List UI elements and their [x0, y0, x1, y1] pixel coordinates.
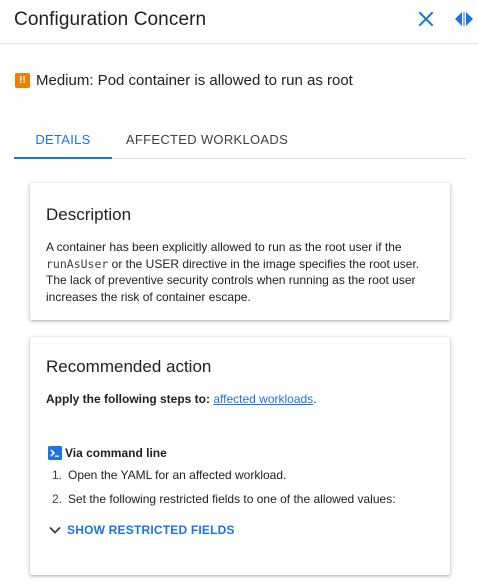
description-text: A container has been explicitly allowed …	[46, 239, 442, 305]
description-text-start: A container has been explicitly allowed …	[46, 240, 402, 254]
severity-text: Medium: Pod container is allowed to run …	[36, 71, 353, 89]
affected-workloads-link[interactable]: affected workloads	[213, 392, 313, 406]
warning-icon: !!	[15, 72, 30, 88]
tab-details[interactable]: DETAILS	[14, 121, 112, 159]
close-button[interactable]	[415, 9, 437, 31]
apply-steps-prefix: Apply the following steps to:	[46, 392, 210, 406]
run-as-user-code: runAsUser	[46, 256, 109, 271]
concern-panel: Configuration Concern !! Medium: Pod con…	[0, 0, 478, 584]
resize-panel-button[interactable]	[453, 9, 475, 31]
chevron-down-icon	[49, 526, 61, 534]
terminal-icon	[48, 446, 62, 460]
panel-header: Configuration Concern	[0, 0, 478, 44]
show-restricted-fields-label: SHOW RESTRICTED FIELDS	[67, 523, 235, 537]
apply-steps-line: Apply the following steps to: affected w…	[46, 392, 317, 406]
tab-bar: DETAILS AFFECTED WORKLOADS	[14, 121, 466, 159]
step-text: Set the following restricted fields to o…	[68, 492, 396, 506]
show-restricted-fields-button[interactable]: SHOW RESTRICTED FIELDS	[48, 522, 235, 538]
tab-affected-workloads[interactable]: AFFECTED WORKLOADS	[124, 121, 290, 159]
recommended-action-card: Recommended action Apply the following s…	[30, 337, 450, 575]
step-number: 2.	[52, 492, 63, 506]
description-card: Description A container has been explici…	[30, 183, 450, 320]
severity-line: !! Medium: Pod container is allowed to r…	[15, 71, 353, 89]
apply-steps-suffix: .	[313, 392, 317, 406]
step-number: 1.	[52, 468, 63, 482]
step-text: Open the YAML for an affected workload.	[68, 468, 287, 482]
command-line-heading: Via command line	[48, 445, 167, 461]
description-title: Description	[46, 205, 132, 224]
recommended-action-title: Recommended action	[46, 357, 212, 376]
command-line-label: Via command line	[65, 446, 167, 460]
panel-resize-icon	[455, 12, 473, 26]
active-tab-indicator	[14, 157, 112, 159]
panel-title: Configuration Concern	[14, 9, 207, 30]
close-icon	[418, 11, 434, 27]
